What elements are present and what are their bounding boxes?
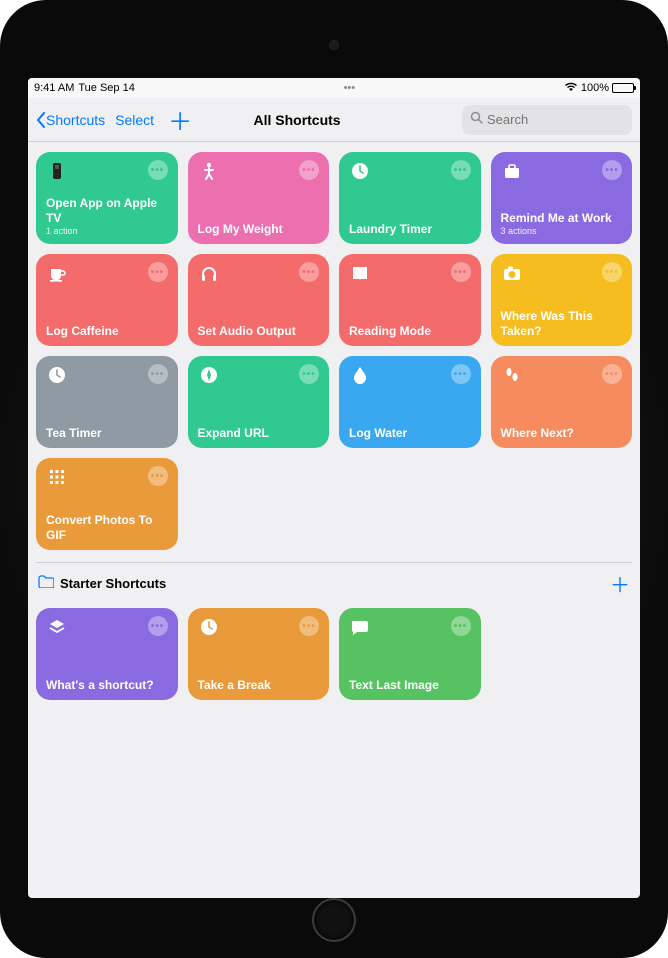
section-add-button[interactable]: ＋ xyxy=(610,569,630,598)
tile-subtitle: 3 actions xyxy=(501,226,623,236)
battery-pct: 100% xyxy=(581,82,609,94)
tile-title: Open App on Apple TV xyxy=(46,196,168,225)
cup-icon xyxy=(46,262,68,284)
clock-icon xyxy=(198,616,220,638)
shortcut-tile[interactable]: ••• Tea Timer xyxy=(36,356,178,448)
tile-title: Log My Weight xyxy=(198,222,320,236)
wifi-icon xyxy=(564,82,578,95)
shortcut-tile[interactable]: ••• Where Was This Taken? xyxy=(491,254,633,346)
status-date: Tue Sep 14 xyxy=(78,82,134,94)
folder-icon xyxy=(38,575,54,593)
back-label: Shortcuts xyxy=(46,112,105,128)
tile-title: Log Caffeine xyxy=(46,324,168,338)
tile-title: Set Audio Output xyxy=(198,324,320,338)
shortcut-tile[interactable]: ••• Log My Weight xyxy=(188,152,330,244)
shortcut-tile[interactable]: ••• Reading Mode xyxy=(339,254,481,346)
layers-icon xyxy=(46,616,68,638)
tile-more-icon[interactable]: ••• xyxy=(148,364,168,384)
front-camera xyxy=(329,40,339,50)
nav-bar: Shortcuts Select ＋ All Shortcuts xyxy=(28,98,640,142)
tile-more-icon[interactable]: ••• xyxy=(299,616,319,636)
tile-more-icon[interactable]: ••• xyxy=(299,364,319,384)
shortcut-tile[interactable]: ••• Log Water xyxy=(339,356,481,448)
tile-title: Convert Photos To GIF xyxy=(46,513,168,542)
tile-more-icon[interactable]: ••• xyxy=(451,616,471,636)
tile-title: Log Water xyxy=(349,426,471,440)
tile-title: Take a Break xyxy=(198,678,320,692)
multitask-dots-icon: ••• xyxy=(344,82,356,94)
tile-title: Reading Mode xyxy=(349,324,471,338)
status-bar: 9:41 AM Tue Sep 14 ••• 100% xyxy=(28,78,640,98)
ipad-bezel: 9:41 AM Tue Sep 14 ••• 100% Shortcuts Se… xyxy=(0,0,668,958)
shortcut-tile[interactable]: ••• Log Caffeine xyxy=(36,254,178,346)
tile-title: What's a shortcut? xyxy=(46,678,168,692)
chat-icon xyxy=(349,616,371,638)
search-field[interactable] xyxy=(462,105,632,135)
shortcut-tile[interactable]: ••• Take a Break xyxy=(188,608,330,700)
status-time: 9:41 AM xyxy=(34,82,74,94)
tile-more-icon[interactable]: ••• xyxy=(148,616,168,636)
tile-title: Remind Me at Work xyxy=(501,211,623,225)
home-button[interactable] xyxy=(312,898,356,942)
clock-icon xyxy=(349,160,371,182)
tile-more-icon[interactable]: ••• xyxy=(451,160,471,180)
tile-title: Tea Timer xyxy=(46,426,168,440)
tile-more-icon[interactable]: ••• xyxy=(299,160,319,180)
tile-more-icon[interactable]: ••• xyxy=(602,160,622,180)
tile-title: Where Next? xyxy=(501,426,623,440)
tile-more-icon[interactable]: ••• xyxy=(299,262,319,282)
battery-icon xyxy=(612,83,634,93)
page-title: All Shortcuts xyxy=(136,112,458,128)
tile-title: Expand URL xyxy=(198,426,320,440)
section-header-starter: Starter Shortcuts ＋ xyxy=(36,562,632,602)
clock-icon xyxy=(46,364,68,386)
camera-icon xyxy=(501,262,523,284)
tile-more-icon[interactable]: ••• xyxy=(451,364,471,384)
shortcut-tile[interactable]: ••• Remind Me at Work3 actions xyxy=(491,152,633,244)
grid-icon xyxy=(46,466,68,488)
shortcut-tile[interactable]: ••• Set Audio Output xyxy=(188,254,330,346)
shortcut-tile[interactable]: ••• Text Last Image xyxy=(339,608,481,700)
shortcut-tile[interactable]: ••• Convert Photos To GIF xyxy=(36,458,178,550)
headphones-icon xyxy=(198,262,220,284)
tile-more-icon[interactable]: ••• xyxy=(451,262,471,282)
person-icon xyxy=(198,160,220,182)
tile-more-icon[interactable]: ••• xyxy=(148,262,168,282)
screen: 9:41 AM Tue Sep 14 ••• 100% Shortcuts Se… xyxy=(28,78,640,898)
steps-icon xyxy=(501,364,523,386)
shortcuts-grid: ••• Open App on Apple TV1 action ••• Log My… xyxy=(36,146,632,556)
search-input[interactable] xyxy=(487,112,640,127)
tile-title: Text Last Image xyxy=(349,678,471,692)
book-icon xyxy=(349,262,371,284)
tile-subtitle: 1 action xyxy=(46,226,168,236)
tile-more-icon[interactable]: ••• xyxy=(602,364,622,384)
shortcut-tile[interactable]: ••• Laundry Timer xyxy=(339,152,481,244)
shortcut-tile[interactable]: ••• Where Next? xyxy=(491,356,633,448)
shortcut-tile[interactable]: ••• Expand URL xyxy=(188,356,330,448)
shortcut-tile[interactable]: ••• Open App on Apple TV1 action xyxy=(36,152,178,244)
search-icon xyxy=(470,111,483,129)
compass-icon xyxy=(198,364,220,386)
back-button[interactable]: Shortcuts xyxy=(36,112,105,128)
shortcut-tile[interactable]: ••• What's a shortcut? xyxy=(36,608,178,700)
tile-more-icon[interactable]: ••• xyxy=(148,160,168,180)
content-area: ••• Open App on Apple TV1 action ••• Log My… xyxy=(28,142,640,710)
tile-title: Laundry Timer xyxy=(349,222,471,236)
appletv-icon xyxy=(46,160,68,182)
section-title: Starter Shortcuts xyxy=(60,576,166,591)
tile-more-icon[interactable]: ••• xyxy=(602,262,622,282)
tile-more-icon[interactable]: ••• xyxy=(148,466,168,486)
tile-title: Where Was This Taken? xyxy=(501,309,623,338)
briefcase-icon xyxy=(501,160,523,182)
drop-icon xyxy=(349,364,371,386)
starter-grid: ••• What's a shortcut? ••• Take a Break ••• T… xyxy=(36,602,632,706)
